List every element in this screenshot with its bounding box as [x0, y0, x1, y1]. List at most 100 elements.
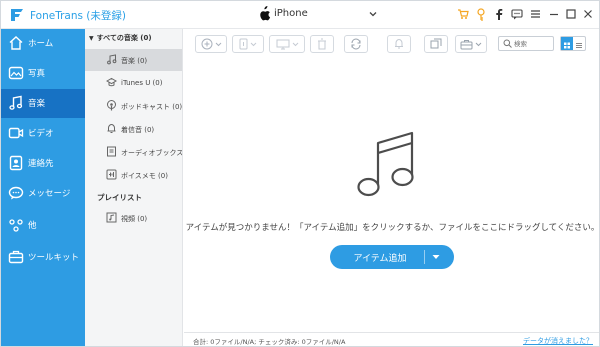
sidebar-item-label: メッセージ [28, 189, 71, 199]
other-icon [9, 219, 23, 232]
maximize-icon[interactable] [564, 6, 578, 22]
sidebar-item-label: 他 [28, 221, 37, 231]
device-name: iPhone [274, 8, 308, 19]
all-music-header[interactable]: ▼ すべての音楽 (0) [89, 33, 152, 43]
search-icon [503, 39, 512, 48]
playlist-item[interactable]: 視頻 (0) [85, 207, 182, 229]
device-selector[interactable]: iPhone [257, 5, 383, 25]
fonetrans-logo-icon [11, 9, 23, 21]
empty-state-message: アイテムが見つかりません！「アイテム追加」をクリックするか、ファイルをここにドラ… [185, 223, 600, 233]
category-label: 音楽 (0) [121, 57, 148, 65]
sidebar-item-home[interactable]: ホーム [1, 29, 85, 58]
category-label: ボイスメモ (0) [121, 172, 168, 180]
video-icon [8, 127, 24, 139]
sidebar-item-music[interactable]: 音楽 [1, 89, 85, 118]
category-item-ringtone[interactable]: 着信音 (0) [85, 118, 182, 140]
toolbar [184, 29, 599, 59]
view-toggle [560, 36, 586, 51]
sidebar-item-label: 音楽 [28, 99, 46, 109]
sidebar-item-other[interactable]: 他 [1, 211, 85, 240]
sidebar-item-messages[interactable]: メッセージ [1, 179, 85, 208]
audiobook-icon [107, 146, 116, 157]
status-bar: 合計: 0ファイル/N/A; チェック済み: 0ファイル/N/A データが消えま… [184, 332, 599, 346]
toolkit-icon [8, 250, 24, 264]
category-panel: ▼ すべての音楽 (0) 音楽 (0) iTunes U (0) ポッドキャスト … [85, 29, 183, 346]
delete-icon [318, 38, 326, 50]
feedback-icon[interactable] [510, 6, 524, 22]
toolbox-icon [460, 39, 473, 49]
title-bar: FoneTrans (未登録) iPhone [1, 1, 599, 29]
sidebar-item-contacts[interactable]: 連絡先 [1, 149, 85, 178]
chevron-down-icon [215, 42, 221, 47]
data-lost-link[interactable]: データが消えました？ [523, 336, 593, 346]
app-title: FoneTrans (未登録) [30, 10, 126, 22]
sync-button[interactable] [344, 35, 368, 53]
search-box[interactable] [498, 36, 554, 51]
toolbox-button[interactable] [455, 35, 487, 53]
menu-icon[interactable] [528, 6, 542, 22]
close-icon[interactable] [581, 6, 595, 22]
cart-icon[interactable] [456, 6, 470, 22]
category-item-audiobooks[interactable]: オーディオブックス (0) [85, 141, 183, 163]
search-input[interactable] [514, 38, 552, 49]
chevron-down-icon [292, 42, 298, 47]
music-note-icon [107, 54, 117, 65]
category-item-music[interactable]: 音楽 (0) [85, 49, 182, 71]
podcast-icon [107, 100, 116, 111]
button-divider [424, 250, 425, 264]
add-item-label: アイテム追加 [353, 254, 407, 264]
music-note-icon [357, 131, 414, 197]
playlist-label: 視頻 (0) [121, 215, 148, 223]
playlist-header: プレイリスト [97, 193, 142, 202]
category-label: ポッドキャスト (0) [121, 103, 183, 111]
apple-icon [260, 6, 271, 21]
grid-view-button[interactable] [561, 37, 573, 50]
ringtone-maker-icon [395, 38, 403, 49]
minimize-icon[interactable] [547, 6, 561, 22]
export-to-pc-button[interactable] [269, 35, 305, 53]
playlist-icon [106, 212, 117, 223]
sidebar: ホーム 写真 音楽 ビデオ 連絡先 メッセージ 他 ツールキット [1, 29, 85, 346]
delete-button[interactable] [310, 35, 334, 53]
export-device-icon [239, 38, 248, 50]
collapse-triangle-icon: ▼ [89, 35, 94, 42]
ringtone-maker-button[interactable] [387, 35, 411, 53]
dropdown-caret-icon[interactable] [431, 253, 441, 261]
copy-button[interactable] [424, 35, 448, 53]
home-icon [9, 36, 23, 50]
main-content: アイテムが見つかりません！「アイテム追加」をクリックするか、ファイルをここにドラ… [184, 59, 600, 332]
music-icon [9, 95, 23, 110]
facebook-icon[interactable] [492, 6, 506, 22]
category-item-itunes-u[interactable]: iTunes U (0) [85, 72, 182, 94]
category-item-podcast[interactable]: ポッドキャスト (0) [85, 95, 183, 117]
copy-icon [430, 38, 442, 49]
chevron-down-icon [475, 42, 482, 47]
add-icon [201, 38, 212, 50]
export-to-device-button[interactable] [232, 35, 264, 53]
grid-view-icon [564, 42, 570, 49]
category-label: オーディオブックス (0) [121, 149, 183, 157]
sidebar-item-label: 写真 [28, 69, 46, 79]
bell-icon [107, 123, 116, 133]
chevron-down-icon [369, 12, 377, 17]
voice-memo-icon [106, 169, 117, 180]
sidebar-item-toolkit[interactable]: ツールキット [1, 243, 85, 272]
sync-icon [351, 38, 361, 50]
sidebar-item-video[interactable]: ビデオ [1, 119, 85, 148]
add-button[interactable] [195, 35, 227, 53]
sidebar-item-label: ホーム [28, 39, 54, 49]
message-icon [8, 186, 24, 200]
add-item-button[interactable]: アイテム追加 [330, 245, 454, 269]
photo-icon [8, 66, 24, 80]
sidebar-item-label: ビデオ [28, 129, 54, 139]
key-icon[interactable] [474, 6, 488, 22]
category-item-voice-memo[interactable]: ボイスメモ (0) [85, 164, 182, 186]
sidebar-item-photos[interactable]: 写真 [1, 59, 85, 88]
list-view-button[interactable] [573, 37, 585, 50]
itunes-u-icon [106, 77, 117, 87]
contacts-icon [9, 155, 23, 171]
chevron-down-icon [250, 42, 257, 47]
sidebar-item-label: 連絡先 [28, 159, 54, 169]
all-music-label: すべての音楽 (0) [96, 34, 152, 42]
category-label: 着信音 (0) [121, 126, 155, 134]
